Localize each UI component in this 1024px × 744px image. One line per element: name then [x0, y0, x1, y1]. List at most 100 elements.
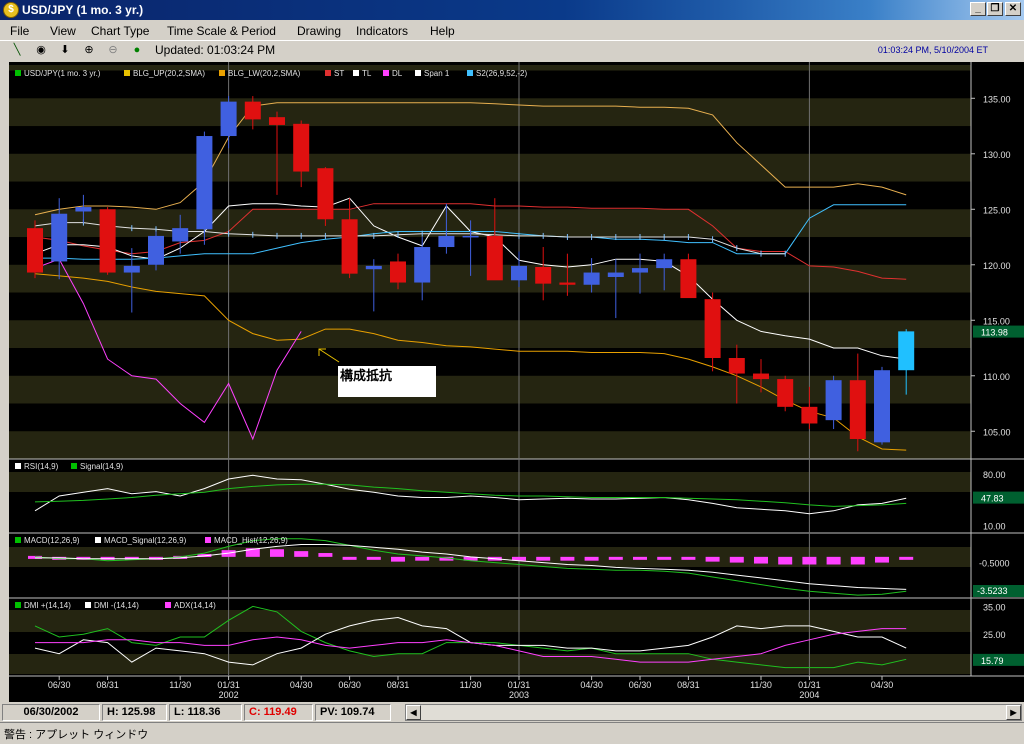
scroll-left-icon[interactable]: ◀ — [406, 705, 421, 720]
candle-body — [123, 265, 140, 273]
minimize-button[interactable]: _ — [970, 2, 986, 16]
candle-body — [535, 266, 552, 284]
macd-hist-bar — [899, 556, 914, 560]
status-low: L: 118.36 — [169, 704, 242, 721]
legend-swatch — [85, 602, 91, 608]
candle-body — [27, 228, 43, 273]
legend-swatch — [383, 70, 389, 76]
draw-line-icon[interactable]: ╲ — [8, 42, 26, 58]
macd-hist-bar — [633, 556, 647, 560]
legend-label: DL — [392, 69, 403, 78]
toolbar: ╲ ◉ ⬇ ⊕ ⊖ ● Updated: 01:03:24 PM 01:03:2… — [0, 40, 1024, 59]
rsi-last-label: 47.83 — [981, 494, 1004, 504]
price-tick-label: 120.00 — [983, 261, 1011, 271]
zoom-out-icon[interactable]: ⊖ — [104, 42, 122, 58]
x-tick-label: 04/30 — [871, 680, 894, 690]
macd-hist-bar — [391, 556, 405, 562]
macd-hist-bar — [705, 556, 720, 562]
candle-body — [244, 101, 261, 120]
status-bar: 06/30/2002 H: 125.98 L: 118.36 C: 119.49… — [0, 702, 1024, 722]
legend-label: Span 1 — [424, 69, 450, 78]
horizontal-scrollbar[interactable]: ◀ ▶ — [405, 704, 1022, 721]
dmi-tick-label: 25.00 — [983, 630, 1006, 640]
menu-file[interactable]: File — [10, 24, 29, 38]
zoom-in-icon[interactable]: ⊕ — [80, 42, 98, 58]
menu-indicators[interactable]: Indicators — [356, 24, 408, 38]
legend-label: BLG_UP(20,2,SMA) — [133, 69, 205, 78]
legend-swatch — [415, 70, 421, 76]
x-tick-label: 04/30 — [580, 680, 603, 690]
chart-area[interactable]: 135.00 130.00 125.00 120.00 115.00 110.00 105.… — [9, 62, 1024, 702]
macd-hist-bar — [826, 556, 841, 565]
menu-drawing[interactable]: Drawing — [297, 24, 341, 38]
candle-body — [341, 219, 358, 274]
legend-swatch — [219, 70, 225, 76]
scroll-right-icon[interactable]: ▶ — [1006, 705, 1021, 720]
maximize-button[interactable]: ❐ — [987, 2, 1003, 16]
legend-swatch — [15, 463, 21, 469]
macd-hist-bar — [270, 549, 284, 557]
status-high: H: 125.98 — [102, 704, 167, 721]
price-tick-label: 105.00 — [983, 427, 1011, 437]
macd-hist-bar — [536, 556, 551, 561]
title-bar: $ USD/JPY (1 mo. 3 yr.) _ ❐ ✕ — [0, 0, 1024, 20]
close-button[interactable]: ✕ — [1005, 2, 1021, 16]
candle-body — [559, 282, 576, 285]
menu-view[interactable]: View — [50, 24, 76, 38]
legend-swatch — [325, 70, 331, 76]
candle-body — [898, 331, 915, 371]
last-price-label: 113.98 — [981, 328, 1008, 338]
candle-body — [777, 379, 794, 407]
macd-hist-bar — [802, 556, 817, 565]
macd-hist-bar — [657, 556, 672, 560]
macd-hist-bar — [754, 556, 768, 564]
price-tick-label: 125.00 — [983, 205, 1011, 215]
candle-body — [293, 123, 310, 172]
app-icon: $ — [3, 2, 19, 18]
status-pv: PV: 109.74 — [315, 704, 391, 721]
applet-warning-bar: 警告 : アプレット ウィンドウ — [0, 722, 1024, 744]
dmi-band — [9, 654, 971, 674]
rsi-tick-label: 80.00 — [983, 470, 1006, 480]
macd-hist-bar — [681, 556, 696, 560]
candle-body — [486, 235, 503, 281]
x-tick-label: 11/30 — [750, 680, 772, 690]
candle-body — [728, 358, 745, 374]
x-tick-label: 01/31 — [798, 680, 821, 690]
price-band — [9, 153, 971, 182]
annotation-arrow — [318, 348, 340, 363]
macd-hist-bar — [342, 556, 357, 560]
x-tick-label: 01/31 — [217, 680, 240, 690]
x-tick-label: 08/31 — [677, 680, 700, 690]
refresh-icon[interactable]: ● — [128, 42, 146, 58]
legend-label: DMI -(14,14) — [94, 601, 139, 610]
legend-swatch — [95, 537, 101, 543]
arrow-down-icon[interactable]: ⬇ — [56, 42, 74, 58]
macd-hist-bar — [584, 556, 599, 561]
chart-canvas[interactable]: 135.00 130.00 125.00 120.00 115.00 110.00 105.… — [9, 62, 1024, 702]
menu-help[interactable]: Help — [430, 24, 455, 38]
menu-chart-type[interactable]: Chart Type — [91, 24, 149, 38]
legend-label: S2(26,9,52,-2) — [476, 69, 527, 78]
candle-body — [148, 235, 164, 265]
menu-time-scale[interactable]: Time Scale & Period — [167, 24, 276, 38]
crosshair-icon[interactable]: ◉ — [32, 42, 50, 58]
candle-body — [414, 247, 431, 283]
candle-body — [704, 299, 721, 359]
legend-swatch — [353, 70, 359, 76]
macd-hist-bar — [778, 556, 793, 565]
price-tick-label: 135.00 — [983, 94, 1011, 104]
price-tick-label: 130.00 — [983, 150, 1011, 160]
candle-body — [220, 101, 237, 137]
price-band — [9, 209, 971, 238]
legend-swatch — [467, 70, 473, 76]
legend-label: Signal(14,9) — [80, 462, 123, 471]
x-tick-label: 08/31 — [387, 680, 410, 690]
x-tick-label: 06/30 — [338, 680, 361, 690]
candle-body — [849, 380, 866, 440]
x-year-label: 2002 — [219, 690, 239, 700]
macd-last-label: -3.5233 — [977, 586, 1008, 596]
current-datetime: 01:03:24 PM, 5/10/2004 ET — [877, 45, 988, 55]
candle-body — [632, 268, 648, 273]
macd-hist-bar — [366, 556, 381, 560]
